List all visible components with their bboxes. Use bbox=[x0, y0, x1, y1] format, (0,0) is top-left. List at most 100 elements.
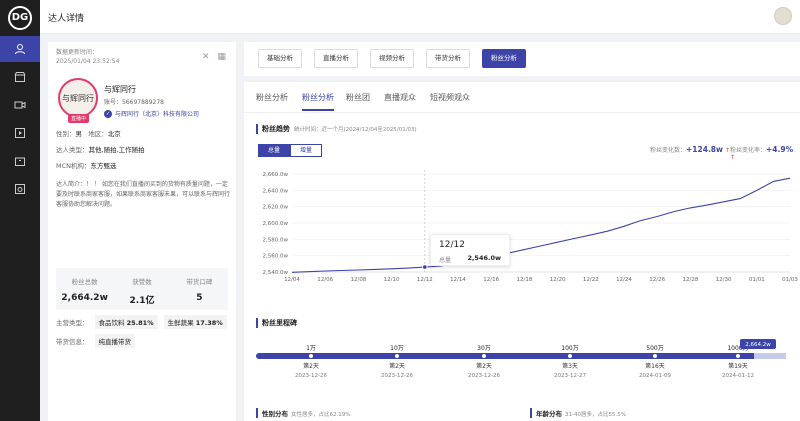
x-tick-label: 12/24 bbox=[616, 277, 632, 283]
mcn-label: MCN机构： bbox=[56, 162, 91, 170]
milestone-dot bbox=[735, 353, 741, 359]
toggle-total[interactable]: 总量 bbox=[258, 144, 290, 157]
category-chip: 生鲜蔬果 17.38% bbox=[163, 315, 227, 329]
tab-live-analysis[interactable]: 直播分析 bbox=[314, 49, 358, 68]
category-pct: 17.38% bbox=[195, 319, 223, 327]
fans-change-label: 粉丝变化数： bbox=[650, 147, 687, 154]
page-header: 达人详情 bbox=[40, 0, 800, 34]
tab-basic-analysis[interactable]: 基础分析 bbox=[258, 49, 302, 68]
hover-point bbox=[422, 264, 428, 270]
x-tick-label: 12/28 bbox=[682, 277, 698, 283]
milestone-bar bbox=[256, 353, 786, 359]
tooltip-label: 总量 bbox=[439, 257, 452, 264]
update-info: 数据更新时间： 2025/01/04 23:52:54 bbox=[56, 48, 119, 66]
subtab-fan-club[interactable]: 粉丝团 bbox=[346, 92, 370, 103]
play-icon[interactable] bbox=[0, 120, 40, 146]
milestone-days: 第2天 bbox=[476, 362, 492, 370]
subtab-video-audience[interactable]: 短视频观众 bbox=[430, 92, 470, 103]
x-tick-label: 12/18 bbox=[516, 277, 532, 283]
stat-value: 2.1亿 bbox=[129, 296, 155, 306]
y-tick-label: 2,640.0w bbox=[263, 188, 289, 194]
fans-rate-label: 粉丝变化率： bbox=[730, 147, 767, 154]
y-tick-label: 2,560.0w bbox=[263, 254, 289, 260]
milestone-mark: 10万 bbox=[390, 345, 404, 352]
intro: 达人简介：！ ！ 如您在我们直播间买到的货物有质量问题，一定要及时联系商家客服，… bbox=[56, 180, 232, 210]
intro-label: 达人简介： bbox=[56, 181, 87, 188]
up-arrow-icon: ↑ bbox=[730, 154, 736, 161]
milestone-date: 2023-12-26 bbox=[381, 373, 413, 379]
milestone-title: 粉丝里程碑 bbox=[256, 318, 297, 328]
video-icon[interactable] bbox=[0, 92, 40, 118]
milestone-mark: 30万 bbox=[477, 345, 491, 352]
subtab-fans-1[interactable]: 粉丝分析 bbox=[256, 92, 288, 103]
fans-trend-chart[interactable]: 2,540.0w 2,560.0w 2,580.0w 2,600.0w 2,620.0w… bbox=[244, 162, 800, 292]
milestone-days: 第2天 bbox=[303, 362, 319, 370]
gender-label: 性别： bbox=[56, 130, 76, 138]
company-name: 与辉同行（北京）科技有限公司 bbox=[115, 111, 200, 118]
trend-title: 粉丝趋势 统计时间：近一个月(2024/12/04至2025/01/03) bbox=[256, 124, 417, 134]
tab-divider bbox=[244, 112, 800, 113]
milestone-date: 2023-12-26 bbox=[468, 373, 500, 379]
x-tick-label: 12/22 bbox=[583, 277, 599, 283]
shop-icon[interactable] bbox=[0, 176, 40, 202]
x-tick-label: 12/20 bbox=[550, 277, 566, 283]
x-tick-label: 12/08 bbox=[350, 277, 366, 283]
box-icon[interactable] bbox=[0, 148, 40, 174]
milestone-mark: 1万 bbox=[306, 345, 316, 352]
subtab-indicator bbox=[302, 109, 334, 111]
region-value: 北京 bbox=[107, 130, 121, 138]
update-time: 2025/01/04 23:52:54 bbox=[56, 58, 120, 65]
milestone-dot bbox=[308, 353, 314, 359]
x-tick-label: 12/30 bbox=[716, 277, 732, 283]
qrcode-icon[interactable]: ▦ bbox=[217, 52, 226, 62]
store-icon[interactable] bbox=[0, 64, 40, 90]
main-category-row: 主营类型： 食品饮料 25.81% 生鲜蔬果 17.38% bbox=[56, 315, 227, 329]
subtab-live-audience[interactable]: 直播观众 bbox=[384, 92, 416, 103]
x-tick-label: 12/16 bbox=[483, 277, 499, 283]
x-tick-label: 12/26 bbox=[649, 277, 665, 283]
age-dist-title: 年龄分布 31-40居多，占比55.5% bbox=[530, 408, 626, 418]
y-tick-label: 2,540.0w bbox=[263, 270, 289, 276]
user-avatar[interactable] bbox=[774, 7, 792, 25]
gender-dist-label: 性别分布 bbox=[262, 410, 288, 418]
trend-title-text: 粉丝趋势 bbox=[262, 125, 290, 133]
profile-company[interactable]: ✓ 与辉同行（北京）科技有限公司 bbox=[104, 109, 199, 118]
age-dist-sub: 31-40居多，占比55.5% bbox=[565, 412, 626, 418]
live-badge[interactable]: 直播中 bbox=[68, 114, 90, 123]
milestone-days: 第16天 bbox=[645, 362, 665, 370]
page-title: 达人详情 bbox=[48, 14, 85, 24]
tab-sales-analysis[interactable]: 带货分析 bbox=[426, 49, 470, 68]
gender-region-row: 性别：男 地区：北京 bbox=[56, 128, 121, 138]
fans-change-value: +124.8w bbox=[686, 145, 723, 154]
x-tick-label: 12/06 bbox=[317, 277, 333, 283]
mcn-value: 东方甄选 bbox=[90, 162, 117, 170]
intro-warning-marks: ！ ！ bbox=[86, 181, 100, 188]
tooltip-value: 2,546.0w bbox=[467, 254, 501, 262]
sell-info-row: 带货信息： 纯直播带货 bbox=[56, 334, 135, 348]
trend-toggle: 总量 增量 bbox=[258, 144, 322, 157]
milestone-dot bbox=[394, 353, 400, 359]
main-panel: 粉丝分析 粉丝分析 粉丝团 直播观众 短视频观众 粉丝趋势 统计时间：近一个月(2… bbox=[244, 82, 800, 421]
milestone-mark: 500万 bbox=[646, 345, 663, 352]
tab-fans-analysis[interactable]: 粉丝分析 bbox=[482, 49, 526, 68]
milestone-date: 2023-12-26 bbox=[295, 373, 327, 379]
profile-name: 与辉同行 bbox=[104, 85, 136, 94]
current-value: 2,664.2w bbox=[745, 342, 771, 348]
tab-video-analysis[interactable]: 视频分析 bbox=[370, 49, 414, 68]
type-label: 达人类型： bbox=[56, 146, 89, 154]
main-category-label: 主营类型： bbox=[56, 319, 89, 327]
milestone-days: 第19天 bbox=[728, 362, 748, 370]
update-label: 数据更新时间： bbox=[56, 49, 99, 56]
user-icon[interactable] bbox=[0, 36, 40, 62]
gender-dist-sub: 女性居多，占比62.19% bbox=[291, 412, 351, 418]
chart-tooltip: 12/12 总量 2,546.0w bbox=[430, 234, 510, 266]
close-icon[interactable]: ✕ bbox=[202, 52, 210, 62]
y-tick-label: 2,600.0w bbox=[263, 221, 289, 227]
stat-reputation: 带货口碑 5 bbox=[171, 268, 228, 310]
profile-avatar: 与辉同行 bbox=[58, 78, 98, 118]
toggle-increment[interactable]: 增量 bbox=[290, 144, 322, 157]
fans-change: 粉丝变化数：+124.8w ↑ bbox=[650, 145, 730, 154]
fans-rate-value: +4.9% bbox=[766, 145, 794, 154]
subtab-fans-2[interactable]: 粉丝分析 bbox=[302, 92, 334, 103]
nav-rail: DG bbox=[0, 0, 40, 421]
